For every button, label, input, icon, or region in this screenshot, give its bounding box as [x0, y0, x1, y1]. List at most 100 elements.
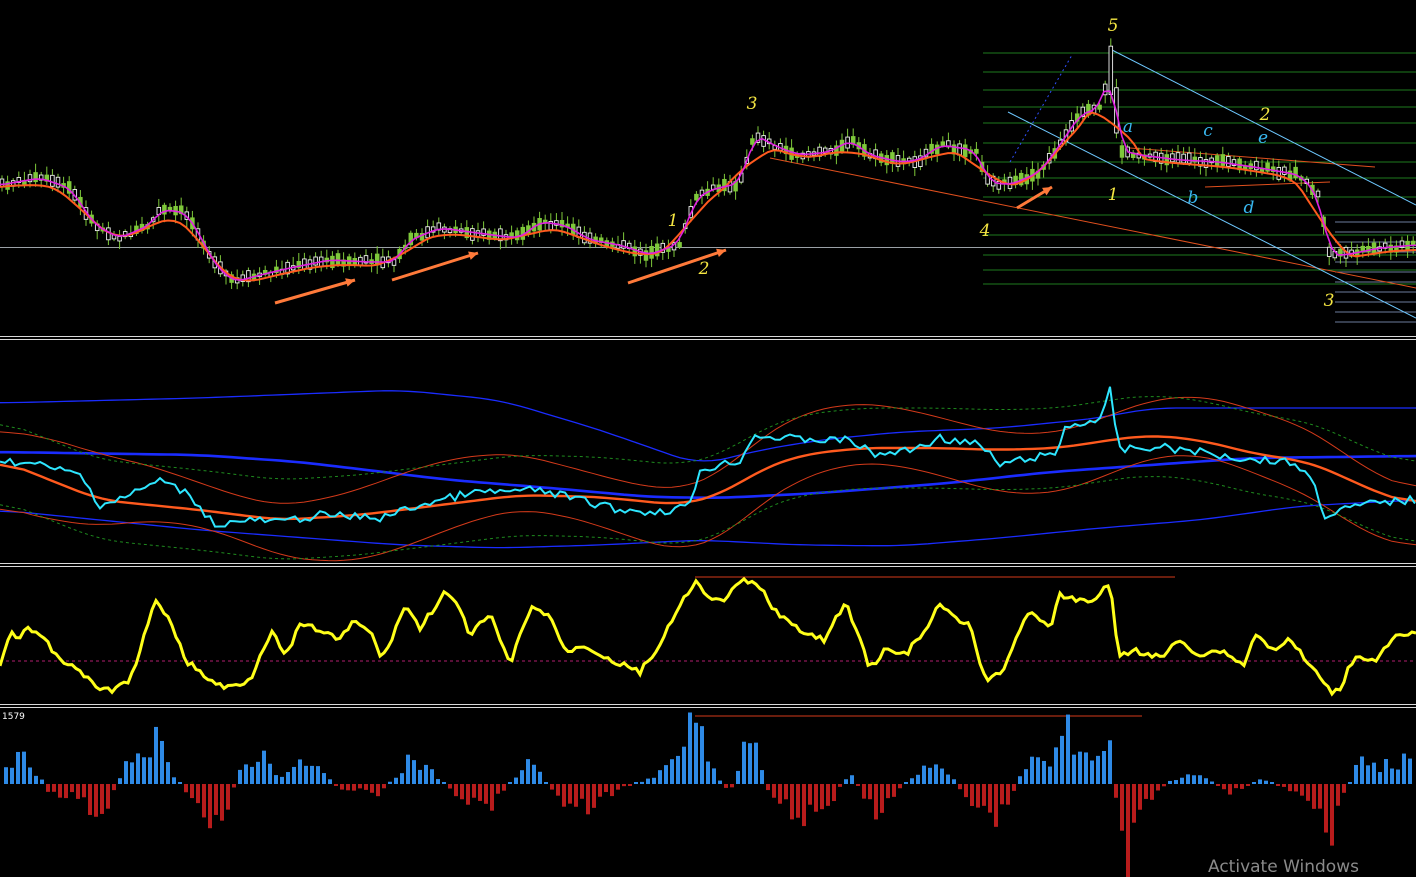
histogram-bar-positive: [940, 768, 944, 784]
histogram-bar-negative: [364, 784, 368, 790]
histogram-bar-positive: [310, 765, 314, 784]
histogram-bar-negative: [472, 784, 476, 798]
histogram-bar-negative: [358, 784, 362, 789]
histogram-bar-positive: [1054, 747, 1058, 784]
histogram-bar-negative: [112, 784, 116, 791]
histogram-bar-negative: [1138, 784, 1142, 810]
histogram-bar-positive: [634, 782, 638, 784]
histogram-bar-positive: [1108, 740, 1112, 784]
histogram-bar-positive: [514, 777, 518, 784]
histogram-bar-positive: [850, 775, 854, 784]
histogram-bar-negative: [796, 784, 800, 818]
trend-arrow-1: [391, 251, 479, 282]
histogram-bar-negative: [466, 784, 470, 805]
histogram-bar-positive: [436, 779, 440, 784]
histogram-bar-positive: [910, 778, 914, 784]
histogram-bar-positive: [1096, 755, 1100, 784]
histogram-bar-negative: [862, 784, 866, 799]
candle: [1226, 156, 1231, 167]
candle: [55, 176, 61, 188]
histogram-bar-negative: [550, 784, 554, 790]
histogram-bar-positive: [400, 773, 404, 784]
oscillator-panel: [0, 576, 1416, 697]
histogram-bar-negative: [970, 784, 974, 806]
histogram-bar-negative: [52, 784, 56, 792]
histogram-bar-positive: [388, 781, 392, 784]
histogram-bar-negative: [730, 784, 734, 788]
histogram-bar-negative: [1156, 784, 1160, 791]
dashed-band-upper: [0, 396, 1416, 480]
histogram-bar-positive: [166, 762, 170, 784]
histogram-bar-positive: [298, 759, 302, 784]
histogram-bar-positive: [1030, 756, 1034, 784]
histogram-bar-positive: [412, 760, 416, 784]
histogram-bar-positive: [1252, 782, 1256, 784]
candle: [33, 172, 38, 183]
candle: [1214, 155, 1220, 167]
histogram-bar-positive: [658, 770, 662, 784]
histogram-bar-positive: [754, 742, 758, 784]
histogram-bar-positive: [418, 769, 422, 784]
histogram-bar-positive: [1372, 762, 1376, 784]
histogram-bar-positive: [238, 769, 242, 784]
wave-label-1: 1: [668, 211, 679, 231]
candle: [0, 178, 5, 187]
histogram-bar-positive: [1270, 782, 1274, 784]
histogram-bar-positive: [682, 746, 686, 784]
histogram-bar-positive: [430, 769, 434, 784]
histogram-bar-positive: [1402, 753, 1406, 784]
histogram-bar-positive: [118, 778, 122, 784]
histogram-bar-negative: [1318, 784, 1322, 809]
histogram-bar-positive: [664, 765, 668, 784]
histogram-bar-negative: [484, 784, 488, 804]
histogram-bar-negative: [802, 784, 806, 827]
histogram-bar-positive: [148, 757, 152, 784]
wave-label-3: 3: [1324, 291, 1335, 311]
histogram-bar-positive: [1078, 751, 1082, 784]
histogram-bar-negative: [1276, 784, 1280, 786]
candle: [1371, 242, 1377, 254]
candle: [514, 230, 520, 241]
histogram-bar-negative: [1132, 784, 1136, 823]
histogram-bar-positive: [442, 782, 446, 784]
histogram-bar-negative: [892, 784, 896, 797]
trend-arrow-2: [627, 248, 727, 285]
histogram-bar-negative: [70, 784, 74, 793]
histogram-bar-positive: [688, 712, 692, 784]
histogram-bar-positive: [406, 754, 410, 784]
histogram-bar-negative: [220, 784, 224, 821]
candle: [50, 174, 55, 187]
histogram-bar-negative: [976, 784, 980, 808]
histogram-bar-positive: [4, 767, 8, 784]
histogram-bar-negative: [556, 784, 560, 796]
wave-label-2: 2: [698, 259, 710, 279]
histogram-bar-negative: [724, 784, 728, 788]
candle: [1186, 152, 1192, 164]
candle: [962, 144, 968, 158]
histogram-bar-negative: [106, 784, 110, 809]
histogram-bar-positive: [1384, 759, 1388, 784]
histogram-bar-positive: [40, 779, 44, 784]
histogram-bar-negative: [1336, 784, 1340, 806]
histogram-bar-negative: [628, 784, 632, 786]
histogram-bar-positive: [934, 764, 938, 784]
histogram-bar-positive: [286, 772, 290, 784]
histogram-bar-negative: [586, 784, 590, 815]
candle: [677, 242, 682, 248]
histogram-bar-positive: [1378, 772, 1382, 784]
histogram-bar-negative: [382, 784, 386, 789]
histogram-bar-negative: [1324, 784, 1328, 833]
candle: [1170, 153, 1175, 163]
histogram-bar-positive: [1396, 769, 1400, 784]
histogram-bar-negative: [88, 784, 92, 815]
histogram-bar-positive: [154, 726, 158, 784]
candle: [694, 193, 699, 201]
histogram-bar-negative: [1150, 784, 1154, 800]
histogram-bar-positive: [130, 762, 134, 784]
histogram-bar-negative: [232, 784, 236, 788]
histogram-bar-positive: [1354, 764, 1358, 784]
subwave-label-d: d: [1244, 198, 1255, 218]
histogram-bar-negative: [1294, 784, 1298, 792]
histogram-bar-positive: [1090, 760, 1094, 784]
histogram-bar-negative: [1288, 784, 1292, 792]
